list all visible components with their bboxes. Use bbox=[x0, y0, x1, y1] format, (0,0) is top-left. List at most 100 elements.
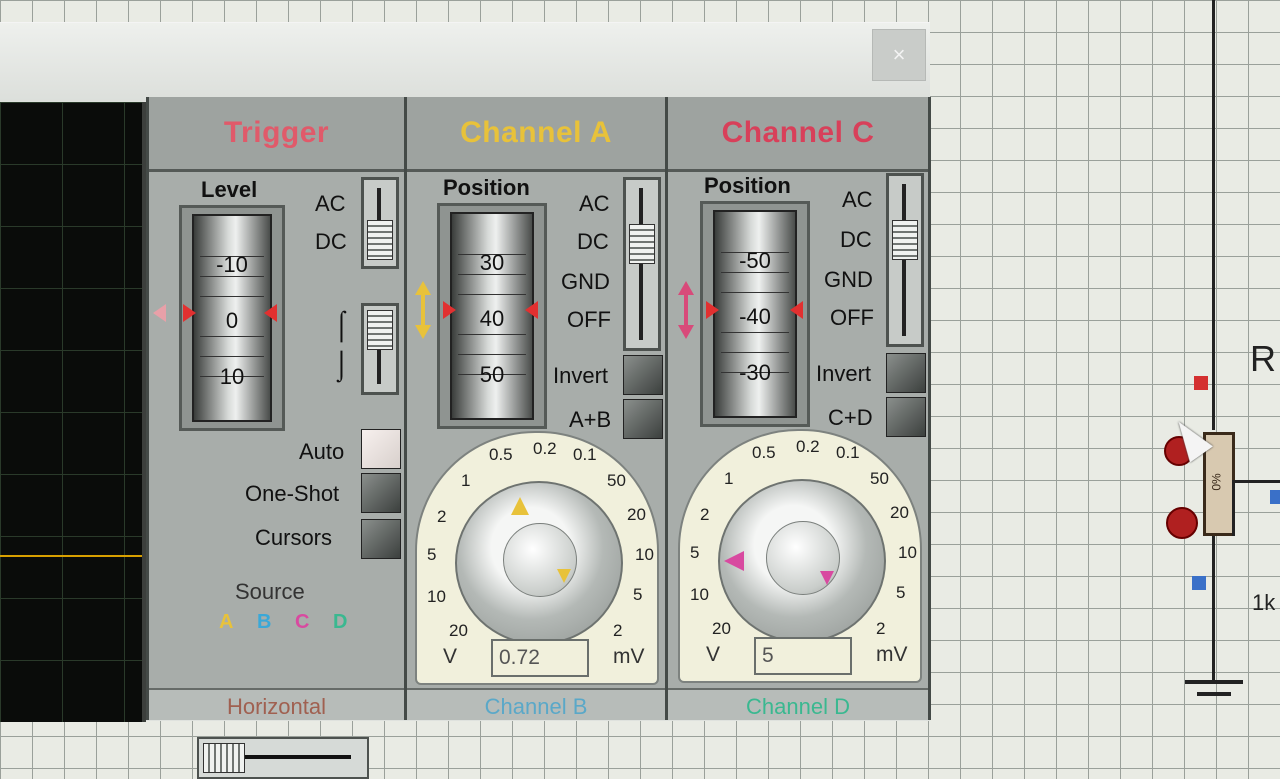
level-label: Level bbox=[201, 177, 258, 202]
mode-dc-label: DC bbox=[840, 227, 872, 252]
source-label: Source bbox=[235, 579, 305, 604]
dial-label: 0.2 bbox=[533, 439, 557, 458]
dial-fine-pointer-icon bbox=[557, 569, 571, 583]
dial-label: 20 bbox=[890, 503, 909, 522]
close-button[interactable]: × bbox=[872, 29, 926, 81]
dial-label: 0.5 bbox=[752, 443, 776, 462]
level-drag-handle-icon[interactable] bbox=[153, 304, 166, 322]
channel-b-panel-header: Channel B bbox=[407, 688, 665, 720]
unit-mv-label: mV bbox=[876, 643, 908, 666]
dial-label: 2 bbox=[613, 621, 623, 640]
source-slider[interactable] bbox=[197, 737, 369, 779]
mode-dc-label: DC bbox=[577, 229, 609, 254]
dial-label: 50 bbox=[607, 471, 626, 490]
channel-a-drag-handle-icon[interactable] bbox=[415, 281, 431, 339]
dial-label: 5 bbox=[896, 583, 906, 602]
channel-c-title: Channel C bbox=[668, 97, 928, 172]
channel-c-mode-switch[interactable] bbox=[886, 173, 924, 347]
position-label: Position bbox=[443, 175, 530, 200]
mode-off-label: OFF bbox=[567, 307, 611, 332]
dial-label: 0.2 bbox=[796, 437, 820, 456]
level-marker-right-icon bbox=[264, 304, 277, 322]
one-shot-label: One-Shot bbox=[245, 481, 340, 506]
dial-label: 10 bbox=[427, 587, 446, 606]
dial-label: 0.1 bbox=[573, 445, 597, 464]
source-d-label: D bbox=[333, 611, 348, 633]
trigger-edge-switch[interactable] bbox=[361, 303, 399, 395]
dial-label: 10 bbox=[635, 545, 654, 564]
channel-a-value-field[interactable]: 0.72 bbox=[491, 639, 589, 677]
mode-gnd-label: GND bbox=[824, 267, 873, 292]
ruler-label: 10 bbox=[219, 364, 245, 389]
coupling-ac-label: AC bbox=[315, 191, 346, 216]
pin-marker-blue-right bbox=[1270, 490, 1280, 504]
coupling-dc-label: DC bbox=[315, 229, 347, 254]
window-titlebar[interactable] bbox=[0, 23, 930, 101]
dial-pointer-icon bbox=[511, 497, 529, 515]
ruler-label: 0 bbox=[225, 308, 239, 333]
dial-label: 2 bbox=[437, 507, 447, 526]
auto-button[interactable] bbox=[361, 429, 401, 469]
invert-label: Invert bbox=[816, 361, 872, 386]
unit-v-label: V bbox=[706, 643, 721, 666]
ruler-label: 40 bbox=[479, 306, 505, 331]
schematic-wire-vertical bbox=[1212, 0, 1215, 430]
channel-a-panel: Channel A Position 30 40 50 AC DC GND OF… bbox=[404, 97, 668, 720]
position-marker-left-icon bbox=[706, 301, 719, 319]
ruler-label: -30 bbox=[739, 360, 771, 385]
dial-fine-pointer-icon bbox=[820, 571, 834, 585]
mode-gnd-label: GND bbox=[561, 269, 610, 294]
pin-marker-blue bbox=[1192, 576, 1206, 590]
potentiometer-label: 0% bbox=[1209, 473, 1224, 491]
probe-down-icon[interactable] bbox=[1166, 507, 1198, 539]
unit-mv-label: mV bbox=[613, 645, 645, 668]
mode-ac-label: AC bbox=[579, 191, 610, 216]
dial-label: 50 bbox=[870, 469, 889, 488]
channel-c-drag-handle-icon[interactable] bbox=[678, 281, 694, 339]
ground-symbol-2 bbox=[1197, 692, 1231, 696]
channel-c-dial-knob[interactable] bbox=[718, 479, 886, 643]
schematic-wire-vertical-lower bbox=[1212, 530, 1215, 680]
position-label: Position bbox=[704, 173, 791, 198]
ruler-label: -40 bbox=[739, 304, 771, 329]
a-plus-b-button[interactable] bbox=[623, 399, 663, 439]
channel-d-panel-header: Channel D bbox=[668, 688, 928, 720]
ruler-label: -10 bbox=[216, 252, 248, 277]
ground-symbol bbox=[1185, 680, 1243, 684]
cursors-button[interactable] bbox=[361, 519, 401, 559]
source-c-label: C bbox=[295, 611, 310, 633]
auto-label: Auto bbox=[299, 439, 345, 464]
dial-label: 1 bbox=[461, 471, 471, 490]
channel-a-title: Channel A bbox=[407, 97, 665, 172]
dial-label: 5 bbox=[690, 543, 700, 562]
channel-c-value-field[interactable]: 5 bbox=[754, 637, 852, 675]
ruler-label: 30 bbox=[479, 250, 505, 275]
cursors-label: Cursors bbox=[255, 525, 333, 550]
channel-a-dial-knob[interactable] bbox=[455, 481, 623, 645]
horizontal-panel-header: Horizontal bbox=[149, 688, 404, 720]
channel-a-invert-button[interactable] bbox=[623, 355, 663, 395]
ruler-label: -50 bbox=[739, 248, 771, 273]
source-slider-thumb[interactable] bbox=[203, 743, 245, 773]
level-marker-left-icon bbox=[183, 304, 196, 322]
position-marker-right-icon bbox=[525, 301, 538, 319]
channel-c-panel: Channel C Position -50 -40 -30 AC DC GND… bbox=[665, 97, 931, 720]
trigger-coupling-switch[interactable] bbox=[361, 177, 399, 269]
one-shot-button[interactable] bbox=[361, 473, 401, 513]
channel-a-trace bbox=[0, 555, 142, 557]
source-a-label: A bbox=[219, 611, 234, 633]
mode-ac-label: AC bbox=[842, 187, 873, 212]
resistor-value-label: 1k bbox=[1252, 590, 1276, 615]
dial-label: 10 bbox=[898, 543, 917, 562]
dial-pointer-icon bbox=[724, 551, 744, 571]
ruler-label: 50 bbox=[479, 362, 505, 387]
c-plus-d-button[interactable] bbox=[886, 397, 926, 437]
edge-rising-icon: ⌠ bbox=[333, 309, 350, 340]
dial-label: 0.5 bbox=[489, 445, 513, 464]
trigger-panel: Trigger Level -10 0 10 AC DC ⌠ ⌡ Auto On… bbox=[146, 97, 407, 779]
channel-a-mode-switch[interactable] bbox=[623, 177, 661, 351]
invert-label: Invert bbox=[553, 363, 609, 388]
dial-label: 5 bbox=[633, 585, 643, 604]
channel-c-invert-button[interactable] bbox=[886, 353, 926, 393]
position-marker-left-icon bbox=[443, 301, 456, 319]
